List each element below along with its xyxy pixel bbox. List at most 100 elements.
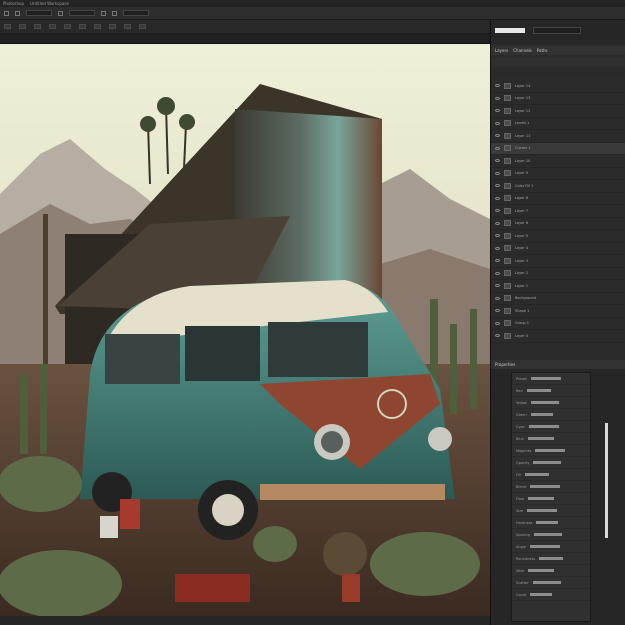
prop-row[interactable]: Magenta bbox=[512, 445, 590, 457]
visibility-icon[interactable] bbox=[495, 159, 500, 163]
prop-row[interactable]: Opacity bbox=[512, 457, 590, 469]
prop-row[interactable]: Green bbox=[512, 409, 590, 421]
prop-slider[interactable] bbox=[533, 461, 562, 464]
prop-slider[interactable] bbox=[530, 593, 553, 596]
visibility-icon[interactable] bbox=[495, 284, 500, 288]
layer-row[interactable]: Color Fill 1 bbox=[491, 180, 625, 193]
prop-slider[interactable] bbox=[535, 449, 566, 452]
prop-row[interactable]: Flow bbox=[512, 493, 590, 505]
visibility-icon[interactable] bbox=[495, 84, 500, 88]
visibility-icon[interactable] bbox=[495, 134, 500, 138]
prop-row[interactable]: Red bbox=[512, 385, 590, 397]
visibility-icon[interactable] bbox=[495, 221, 500, 225]
prop-slider[interactable] bbox=[528, 425, 559, 428]
document-canvas[interactable] bbox=[0, 44, 490, 616]
gradient-tool-icon[interactable] bbox=[109, 24, 116, 29]
option-field-3[interactable] bbox=[123, 10, 149, 16]
eraser-tool-icon[interactable] bbox=[94, 24, 101, 29]
layer-row[interactable]: Layer 1 bbox=[491, 280, 625, 293]
layer-row[interactable]: Layer 6 bbox=[491, 218, 625, 230]
properties-scrollbar[interactable] bbox=[605, 423, 608, 538]
prop-row[interactable]: Scatter bbox=[512, 577, 590, 589]
prop-row[interactable]: Cyan bbox=[512, 421, 590, 433]
mode-icon[interactable] bbox=[15, 10, 20, 16]
prop-row[interactable]: Blue bbox=[512, 433, 590, 445]
layer-row[interactable]: Layer 14 bbox=[491, 80, 625, 93]
prop-row[interactable]: Fill bbox=[512, 469, 590, 481]
layer-row[interactable]: Background bbox=[491, 293, 625, 305]
option-field-1[interactable] bbox=[26, 10, 52, 16]
prop-row[interactable]: Count bbox=[512, 589, 590, 601]
align-icon[interactable] bbox=[58, 10, 63, 16]
menu-item-app[interactable]: Photoshop bbox=[3, 1, 24, 6]
search-field[interactable] bbox=[533, 27, 581, 34]
visibility-icon[interactable] bbox=[495, 259, 500, 263]
visibility-icon[interactable] bbox=[495, 171, 500, 175]
layer-row[interactable]: Layer 8 bbox=[491, 193, 625, 205]
prop-row[interactable]: Angle bbox=[512, 541, 590, 553]
document-tab-strip[interactable] bbox=[0, 34, 490, 44]
visibility-icon[interactable] bbox=[495, 96, 500, 100]
visibility-icon[interactable] bbox=[495, 309, 500, 313]
prop-row[interactable]: Spacing bbox=[512, 529, 590, 541]
prop-slider[interactable] bbox=[527, 509, 558, 512]
transform-icon[interactable] bbox=[101, 10, 106, 16]
layers-blend-bar[interactable] bbox=[491, 68, 625, 77]
layer-row[interactable]: Layer 7 bbox=[491, 205, 625, 218]
layer-row-selected[interactable]: Curves 1 bbox=[491, 142, 625, 155]
marquee-tool-icon[interactable] bbox=[19, 24, 26, 29]
visibility-icon[interactable] bbox=[495, 321, 500, 325]
prop-row[interactable]: Blend bbox=[512, 481, 590, 493]
visibility-icon[interactable] bbox=[495, 121, 500, 125]
move-tool-icon[interactable] bbox=[4, 24, 11, 29]
prop-slider[interactable] bbox=[528, 497, 554, 500]
prop-slider[interactable] bbox=[539, 557, 564, 560]
tool-preset-icon[interactable] bbox=[4, 10, 9, 16]
visibility-icon[interactable] bbox=[495, 109, 500, 113]
prop-slider[interactable] bbox=[527, 437, 554, 440]
workspace-swatch[interactable] bbox=[495, 28, 525, 33]
prop-slider[interactable] bbox=[526, 389, 551, 392]
prop-slider[interactable] bbox=[536, 521, 559, 524]
visibility-icon[interactable] bbox=[495, 234, 500, 238]
visibility-icon[interactable] bbox=[495, 146, 500, 150]
prop-slider[interactable] bbox=[532, 581, 561, 584]
layer-row[interactable]: Shape 1 bbox=[491, 305, 625, 318]
menu-item-workspace[interactable]: Untitled Workspace bbox=[30, 1, 69, 6]
warp-icon[interactable] bbox=[112, 10, 117, 16]
crop-tool-icon[interactable] bbox=[49, 24, 56, 29]
visibility-icon[interactable] bbox=[495, 334, 500, 338]
prop-slider[interactable] bbox=[529, 485, 560, 488]
layer-row[interactable]: Layer 10 bbox=[491, 155, 625, 168]
tab-layers[interactable]: Layers bbox=[495, 48, 508, 53]
visibility-icon[interactable] bbox=[495, 271, 500, 275]
prop-slider[interactable] bbox=[530, 377, 561, 380]
visibility-icon[interactable] bbox=[495, 209, 500, 213]
visibility-icon[interactable] bbox=[495, 196, 500, 200]
visibility-icon[interactable] bbox=[495, 184, 500, 188]
prop-row[interactable]: Jitter bbox=[512, 565, 590, 577]
tab-paths[interactable]: Paths bbox=[537, 48, 548, 53]
prop-row[interactable]: Hardness bbox=[512, 517, 590, 529]
visibility-icon[interactable] bbox=[495, 246, 500, 250]
layers-filter-bar[interactable] bbox=[491, 58, 625, 67]
prop-row[interactable]: Roundness bbox=[512, 553, 590, 565]
prop-slider[interactable] bbox=[524, 473, 549, 476]
layer-row[interactable]: Layer 0 bbox=[491, 330, 625, 343]
prop-slider[interactable] bbox=[530, 413, 553, 416]
layer-row[interactable]: Group 1 bbox=[491, 318, 625, 330]
layer-row[interactable]: Layer 5 bbox=[491, 230, 625, 243]
prop-row[interactable]: Size bbox=[512, 505, 590, 517]
prop-slider[interactable] bbox=[528, 569, 555, 572]
layer-row[interactable]: Layer 12 bbox=[491, 105, 625, 118]
zoom-tool-icon[interactable] bbox=[139, 24, 146, 29]
prop-row[interactable]: Preset bbox=[512, 373, 590, 385]
layer-row[interactable]: Levels 1 bbox=[491, 118, 625, 130]
tab-channels[interactable]: Channels bbox=[513, 48, 532, 53]
layer-row[interactable]: Layer 3 bbox=[491, 255, 625, 268]
layer-row[interactable]: Layer 4 bbox=[491, 243, 625, 255]
option-field-2[interactable] bbox=[69, 10, 95, 16]
brush-tool-icon[interactable] bbox=[64, 24, 71, 29]
layer-row[interactable]: Layer 11 bbox=[491, 130, 625, 143]
layer-row[interactable]: Layer 13 bbox=[491, 93, 625, 105]
